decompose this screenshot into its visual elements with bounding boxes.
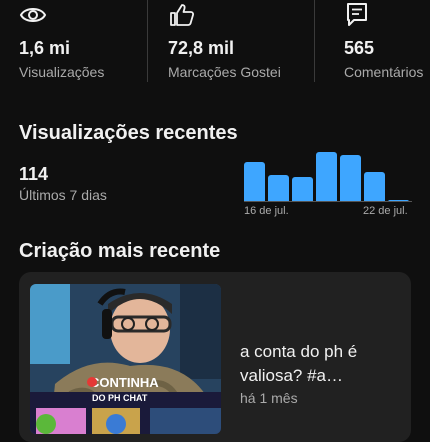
video-title[interactable]: a conta do ph é valiosa? #a… xyxy=(240,340,400,388)
chart-bar xyxy=(340,154,361,202)
stat-divider xyxy=(314,0,315,82)
x-tick-label-end: 22 de jul. xyxy=(363,205,408,217)
comments-label: Comentários xyxy=(344,64,424,80)
thumbnail-text-line-2: DO PH CHAT xyxy=(92,393,148,403)
comment-icon xyxy=(344,2,372,28)
thumbnail-text-line-1: CONTINHA xyxy=(90,375,159,390)
video-age: há 1 mês xyxy=(240,390,298,406)
stats-row: 1,6 mi Visualizações 72,8 mil Marcações … xyxy=(0,0,430,90)
likes-count: 72,8 mil xyxy=(168,38,235,58)
eye-icon xyxy=(19,2,47,28)
recent-views-period: Últimos 7 dias xyxy=(19,187,107,203)
recent-views-count: 114 xyxy=(19,164,49,184)
chart-bar xyxy=(364,172,385,202)
comments-count: 565 xyxy=(344,38,375,58)
chart-bar xyxy=(268,174,289,202)
chart-bar xyxy=(316,152,337,202)
stat-divider xyxy=(147,0,148,82)
thumbs-up-icon xyxy=(168,2,196,28)
recent-views-title: Visualizações recentes xyxy=(19,122,238,144)
chart-bar xyxy=(292,177,313,202)
stat-likes[interactable]: 72,8 mil Marcações Gostei xyxy=(168,0,308,86)
stat-views[interactable]: 1,6 mi Visualizações xyxy=(19,0,149,86)
views-label: Visualizações xyxy=(19,64,105,80)
video-thumbnail[interactable]: CONTINHA DO PH CHAT xyxy=(30,284,221,434)
views-count: 1,6 mi xyxy=(19,38,71,58)
chart-bar xyxy=(244,162,265,202)
chart-baseline xyxy=(244,201,412,202)
x-tick-label-start: 16 de jul. xyxy=(244,205,289,217)
likes-label: Marcações Gostei xyxy=(168,64,281,80)
stat-comments[interactable]: 565 Comentários xyxy=(344,0,430,86)
views-bar-chart[interactable] xyxy=(244,150,412,202)
latest-video-card[interactable]: CONTINHA DO PH CHAT a conta do ph é vali… xyxy=(19,272,411,442)
latest-creation-title: Criação mais recente xyxy=(19,240,221,262)
